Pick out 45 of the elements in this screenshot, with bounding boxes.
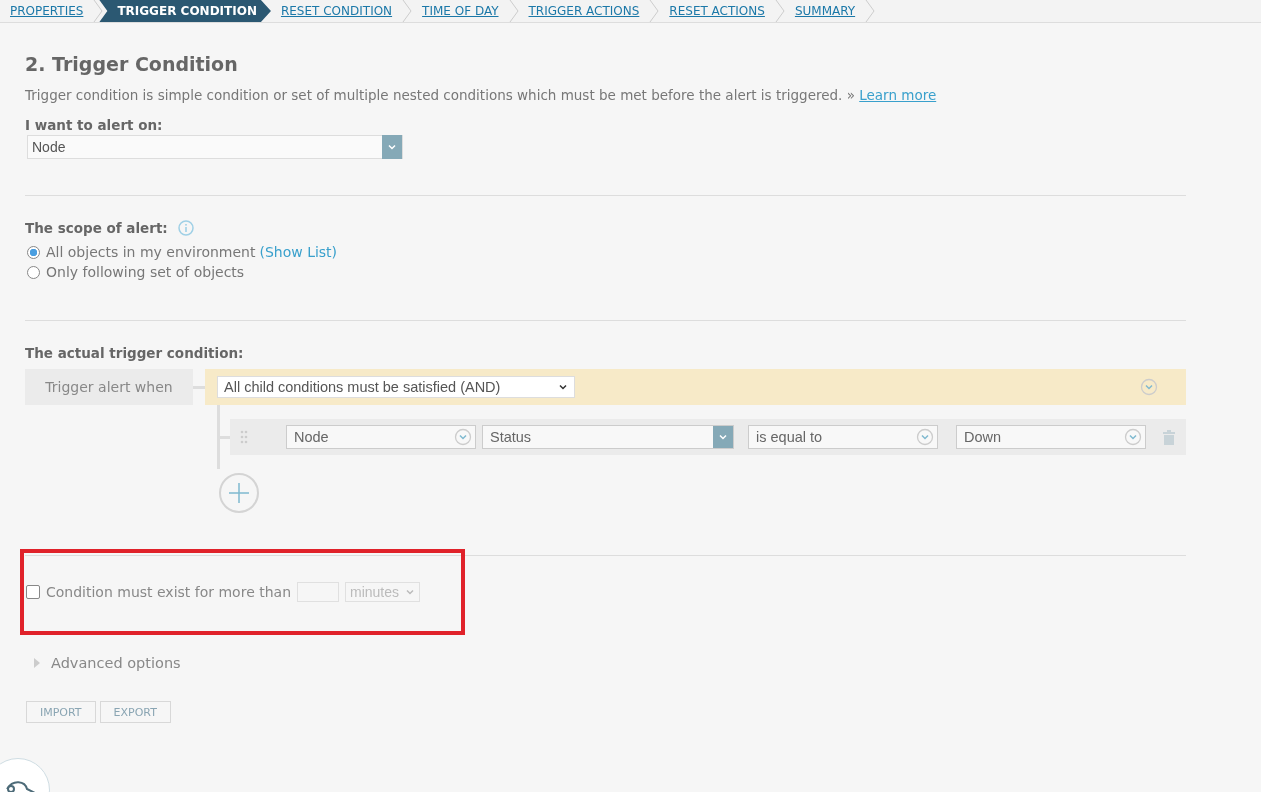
breadcrumb-step[interactable]: PROPERTIES <box>0 0 94 22</box>
radio-button[interactable] <box>27 265 40 279</box>
trigger-when-label: Trigger alert when <box>25 369 193 405</box>
radio-button[interactable] <box>27 245 40 259</box>
breadcrumb-step[interactable]: TRIGGER ACTIONS <box>518 0 650 22</box>
radio-label: All objects in my environment <box>46 244 256 260</box>
trash-icon[interactable] <box>1162 429 1176 445</box>
checkbox[interactable] <box>26 585 40 599</box>
breadcrumb-step[interactable]: TIME OF DAY <box>412 0 509 22</box>
alert-on-select[interactable]: Node <box>27 135 403 159</box>
info-icon[interactable] <box>177 220 194 236</box>
chevron-icon <box>93 0 104 22</box>
show-list-link[interactable]: (Show List) <box>259 244 338 260</box>
breadcrumb-step[interactable]: TRIGGER CONDITION <box>99 0 271 22</box>
checkbox-label: Condition must exist for more than <box>46 584 291 600</box>
group-select[interactable]: All child conditions must be satisfied (AND) <box>217 376 575 398</box>
chevron-icon[interactable] <box>558 382 568 392</box>
field-label: The scope of alert: <box>25 220 168 236</box>
breadcrumb-step[interactable]: SUMMARY <box>784 0 866 22</box>
object-select[interactable]: Node <box>286 425 476 449</box>
action-button[interactable]: EXPORT <box>99 701 171 723</box>
chevron-icon <box>402 0 413 22</box>
field-select[interactable]: Status <box>482 425 734 449</box>
advanced-options-toggle[interactable]: Advanced options <box>51 655 181 671</box>
radio-label: Only following set of objects <box>46 264 245 280</box>
learn-more-link[interactable]: Learn more <box>859 87 937 103</box>
plus-icon[interactable] <box>228 482 250 504</box>
caret-icon[interactable] <box>713 426 733 448</box>
drag-handle-icon[interactable] <box>240 430 248 444</box>
value-select[interactable]: Down <box>956 425 1146 449</box>
expand-icon[interactable] <box>33 658 41 668</box>
breadcrumb-step[interactable]: RESET CONDITION <box>270 0 403 22</box>
caret-icon[interactable] <box>382 135 402 159</box>
action-button[interactable]: IMPORT <box>26 701 96 723</box>
operator-select[interactable]: is equal to <box>748 425 938 449</box>
breadcrumb-step[interactable]: RESET ACTIONS <box>659 0 775 22</box>
add-condition-button[interactable] <box>219 473 259 513</box>
description: Trigger condition is simple condition or set of multiple nested conditions which must be met before the alert is triggered. » Learn more <box>25 87 938 103</box>
chevron-icon <box>865 0 876 22</box>
chevron-icon <box>649 0 660 22</box>
field-label: I want to alert on: <box>25 117 164 133</box>
chevron-icon <box>774 0 785 22</box>
section-heading: 2. Trigger Condition <box>25 53 239 75</box>
field-label: The actual trigger condition: <box>25 345 245 361</box>
chevron-icon <box>508 0 519 22</box>
